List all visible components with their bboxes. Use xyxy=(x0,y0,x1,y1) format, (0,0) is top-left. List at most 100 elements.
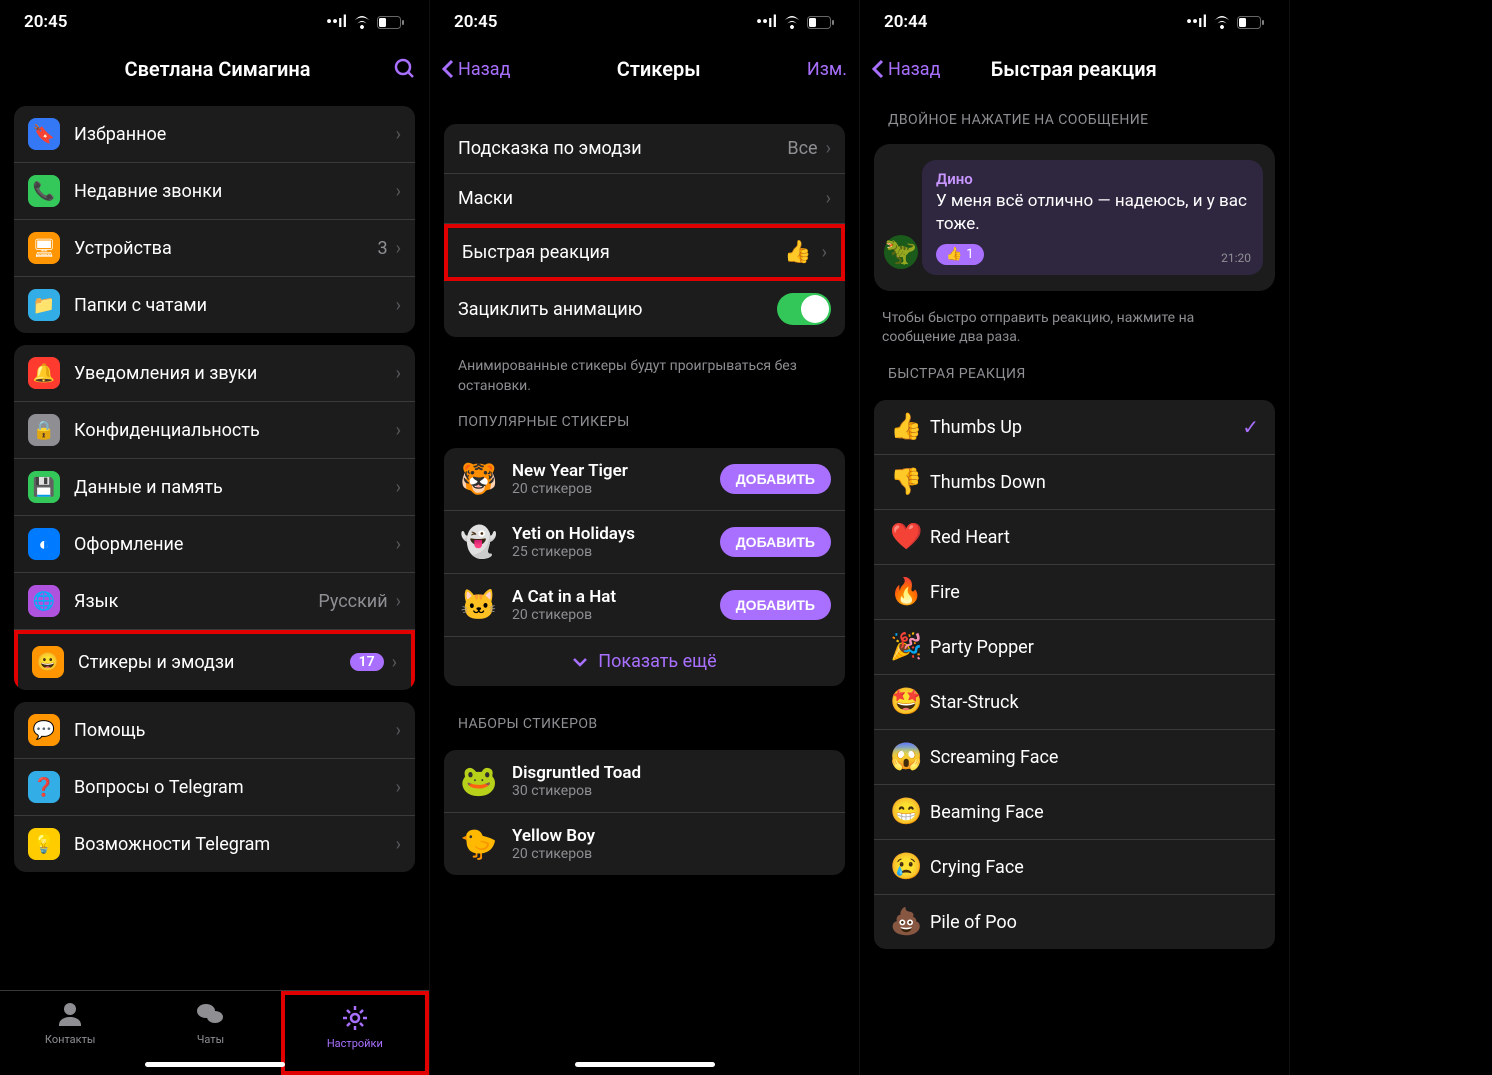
chevron-right-icon: › xyxy=(396,777,401,798)
row-icon: 📁 xyxy=(28,289,60,321)
settings-row[interactable]: 💾 Данные и память › xyxy=(14,459,415,516)
reaction-option[interactable]: 💩 Pile of Poo xyxy=(874,895,1275,949)
settings-group-3: 💬 Помощь › ❓ Вопросы о Telegram › 💡 Возм… xyxy=(14,702,415,872)
toggle-switch[interactable] xyxy=(777,293,831,325)
reaction-option[interactable]: 🤩 Star-Struck xyxy=(874,675,1275,730)
home-indicator[interactable] xyxy=(575,1062,715,1067)
settings-row[interactable]: 💬 Помощь › xyxy=(14,702,415,759)
reaction-option[interactable]: 😢 Crying Face xyxy=(874,840,1275,895)
sticker-pack-row[interactable]: 🐱 A Cat in a Hat 20 стикеров ДОБАВИТЬ xyxy=(444,574,845,637)
reaction-label: Crying Face xyxy=(930,857,1259,878)
settings-row[interactable]: 📞 Недавние звонки › xyxy=(14,163,415,220)
settings-row[interactable]: 😀 Стикеры и эмодзи 17 › xyxy=(14,630,415,690)
page-title: Светлана Симагина xyxy=(42,57,393,81)
row-label: Папки с чатами xyxy=(74,295,396,316)
settings-row[interactable]: 🌐 Язык Русский › xyxy=(14,573,415,630)
reaction-option[interactable]: 🔥 Fire xyxy=(874,565,1275,620)
row-label: Конфиденциальность xyxy=(74,420,396,441)
tab-icon xyxy=(340,1003,370,1033)
reaction-label: Pile of Poo xyxy=(930,912,1259,933)
reaction-emoji: 😁 xyxy=(890,797,930,827)
sticker-info: Yeti on Holidays 25 стикеров xyxy=(512,524,720,560)
stickers-options-group: Подсказка по эмодзиВсе›Маски›Быстрая реа… xyxy=(444,124,845,337)
sticker-option-row[interactable]: Зациклить анимацию xyxy=(444,281,845,337)
home-indicator[interactable] xyxy=(145,1062,285,1067)
settings-row[interactable]: ◐ Оформление › xyxy=(14,516,415,573)
battery-icon xyxy=(1237,16,1265,29)
row-label: Возможности Telegram xyxy=(74,834,396,855)
row-label: Помощь xyxy=(74,720,396,741)
reaction-option[interactable]: 👍 Thumbs Up ✓ xyxy=(874,400,1275,455)
tab-icon xyxy=(55,999,85,1029)
row-icon: 😀 xyxy=(32,646,64,678)
row-label: Вопросы о Telegram xyxy=(74,777,396,798)
show-more-button[interactable]: Показать ещё xyxy=(444,637,845,686)
message-text: У меня всё отлично — надеюсь, и у вас то… xyxy=(936,190,1249,236)
tab-label: Контакты xyxy=(45,1033,96,1046)
row-value: Все xyxy=(787,138,817,159)
show-more-label: Показать ещё xyxy=(598,651,716,672)
sticker-thumb: 🐤 xyxy=(458,823,500,865)
status-time: 20:44 xyxy=(884,12,927,32)
add-button[interactable]: ДОБАВИТЬ xyxy=(720,527,831,557)
reaction-option[interactable]: 🎉 Party Popper xyxy=(874,620,1275,675)
tab-icon xyxy=(195,999,225,1029)
add-button[interactable]: ДОБАВИТЬ xyxy=(720,464,831,494)
tab-label: Чаты xyxy=(197,1033,224,1046)
reaction-label: Screaming Face xyxy=(930,747,1259,768)
row-label: Недавние звонки xyxy=(74,181,396,202)
loop-footer: Анимированные стикеры будут проигрыватьс… xyxy=(430,349,859,396)
reaction-label: Beaming Face xyxy=(930,802,1259,823)
nav-header: Светлана Симагина xyxy=(0,44,429,94)
settings-row[interactable]: ❓ Вопросы о Telegram › xyxy=(14,759,415,816)
settings-row[interactable]: 🔒 Конфиденциальность › xyxy=(14,402,415,459)
sticker-info: A Cat in a Hat 20 стикеров xyxy=(512,587,720,623)
reaction-option[interactable]: 😁 Beaming Face xyxy=(874,785,1275,840)
reaction-emoji: 🤩 xyxy=(890,687,930,717)
sticker-pack-row[interactable]: 👻 Yeti on Holidays 25 стикеров ДОБАВИТЬ xyxy=(444,511,845,574)
settings-row[interactable]: 💡 Возможности Telegram › xyxy=(14,816,415,872)
row-icon: 💾 xyxy=(28,471,60,503)
sticker-option-row[interactable]: Подсказка по эмодзиВсе› xyxy=(444,124,845,174)
sticker-pack-row[interactable]: 🐯 New Year Tiger 20 стикеров ДОБАВИТЬ xyxy=(444,448,845,511)
search-icon[interactable] xyxy=(393,57,417,81)
popular-stickers-group: 🐯 New Year Tiger 20 стикеров ДОБАВИТЬ 👻 … xyxy=(444,448,845,686)
row-icon: 📞 xyxy=(28,175,60,207)
sticker-option-row[interactable]: Быстрая реакция👍› xyxy=(444,224,845,281)
row-icon: 🖥 xyxy=(28,232,60,264)
sticker-set-row[interactable]: 🐸 Disgruntled Toad 30 стикеров xyxy=(444,750,845,813)
tab-контакты[interactable]: Контакты xyxy=(0,991,140,1075)
settings-row[interactable]: 🔖 Избранное › xyxy=(14,106,415,163)
row-label: Устройства xyxy=(74,238,377,259)
sticker-count: 25 стикеров xyxy=(512,544,720,560)
status-indicators: ••ıl xyxy=(1186,12,1265,32)
chevron-right-icon: › xyxy=(396,363,401,384)
reaction-option[interactable]: ❤️ Red Heart xyxy=(874,510,1275,565)
sticker-info: Yellow Boy 20 стикеров xyxy=(512,826,831,862)
sticker-set-row[interactable]: 🐤 Yellow Boy 20 стикеров xyxy=(444,813,845,875)
message-time: 21:20 xyxy=(1221,251,1251,265)
reaction-option[interactable]: 😱 Screaming Face xyxy=(874,730,1275,785)
reaction-list-header: БЫСТРАЯ РЕАКЦИЯ xyxy=(860,348,1289,388)
reaction-option[interactable]: 👎 Thumbs Down xyxy=(874,455,1275,510)
row-value: 3 xyxy=(377,238,387,259)
reaction-emoji: 👍 xyxy=(890,412,930,442)
settings-row[interactable]: 🖥 Устройства 3 › xyxy=(14,220,415,277)
edit-button[interactable]: Изм. xyxy=(807,59,847,80)
chevron-right-icon: › xyxy=(396,591,401,612)
settings-row[interactable]: 🔔 Уведомления и звуки › xyxy=(14,345,415,402)
sticker-option-row[interactable]: Маски› xyxy=(444,174,845,224)
chevron-right-icon: › xyxy=(396,834,401,855)
row-icon: 💡 xyxy=(28,828,60,860)
row-label: Маски xyxy=(458,188,826,209)
settings-row[interactable]: 📁 Папки с чатами › xyxy=(14,277,415,333)
back-button[interactable]: Назад xyxy=(442,59,510,80)
sticker-count: 20 стикеров xyxy=(512,481,720,497)
add-button[interactable]: ДОБАВИТЬ xyxy=(720,590,831,620)
row-label: Язык xyxy=(74,591,318,612)
reaction-preview: 🦖 Дино У меня всё отлично — надеюсь, и у… xyxy=(874,144,1275,291)
message-bubble: Дино У меня всё отлично — надеюсь, и у в… xyxy=(922,160,1263,275)
status-time: 20:45 xyxy=(454,12,497,32)
tab-настройки[interactable]: Настройки xyxy=(281,991,429,1075)
page-title: Быстрая реакция xyxy=(900,57,1247,81)
